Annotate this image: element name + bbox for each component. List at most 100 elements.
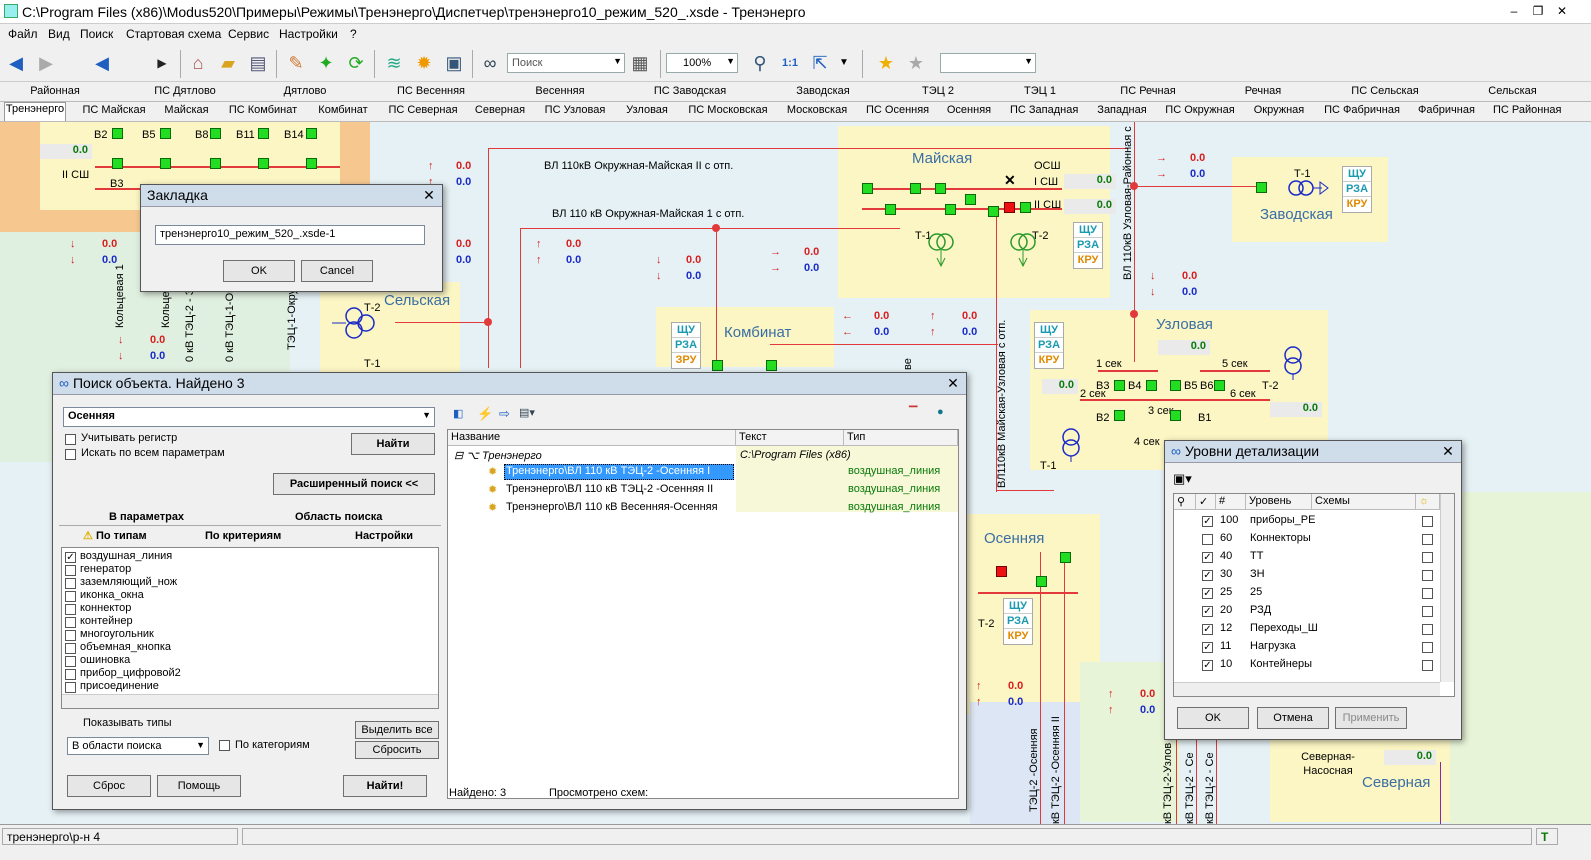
control-block-uzlovaya[interactable]: ЩУ РЗА КРУ bbox=[1034, 322, 1064, 369]
menu-help[interactable]: ? bbox=[350, 27, 357, 41]
show-types-select[interactable]: В области поиска ▼ bbox=[67, 737, 209, 755]
type-checkbox[interactable] bbox=[65, 591, 76, 602]
print-icon[interactable]: ▤ bbox=[246, 51, 270, 75]
prev-icon[interactable]: ◀ bbox=[90, 51, 114, 75]
refresh-icon[interactable]: ⟳ bbox=[344, 51, 368, 75]
level-scheme-checkbox[interactable] bbox=[1422, 570, 1433, 581]
edit-icon[interactable]: ✎ bbox=[284, 51, 308, 75]
type-checkbox[interactable] bbox=[65, 656, 76, 667]
bookmark-combo[interactable]: ▼ bbox=[940, 53, 1036, 73]
level-checkbox[interactable]: ✓ bbox=[1202, 570, 1213, 581]
breaker-uzl-mid[interactable] bbox=[1146, 380, 1157, 391]
breaker-b2[interactable] bbox=[112, 128, 123, 139]
transformer-icon[interactable] bbox=[928, 232, 954, 268]
breaker-lower-4[interactable] bbox=[258, 158, 269, 169]
tab-in-params[interactable]: В параметрах bbox=[109, 511, 184, 523]
transformer-icon[interactable] bbox=[1058, 428, 1084, 464]
tab-ps-severnaya[interactable]: ПС Северная bbox=[388, 104, 458, 116]
by-category-checkbox[interactable] bbox=[219, 740, 230, 751]
level-checkbox[interactable]: ✓ bbox=[1202, 516, 1213, 527]
tab-tec2[interactable]: ТЭЦ 2 bbox=[918, 85, 958, 97]
tab-fabrichnaya[interactable]: Фабричная bbox=[1418, 104, 1475, 116]
breaker-lower-3[interactable] bbox=[210, 158, 221, 169]
tab-ps-uzlovaya[interactable]: ПС Узловая bbox=[544, 104, 606, 116]
tab-ps-osennyaya[interactable]: ПС Осенняя bbox=[866, 104, 929, 116]
transformer-icon[interactable] bbox=[1280, 346, 1306, 382]
binoculars-icon[interactable]: ∞ bbox=[478, 51, 502, 75]
tab-ps-selskaya[interactable]: ПС Сельская bbox=[1350, 85, 1420, 97]
search-combo[interactable]: Поиск ▼ bbox=[507, 53, 625, 73]
control-block-mayskaya[interactable]: ЩУ РЗА КРУ bbox=[1073, 222, 1103, 269]
level-scheme-checkbox[interactable] bbox=[1422, 660, 1433, 671]
close-button[interactable]: ✕ bbox=[1551, 2, 1573, 20]
breaker-may-4[interactable] bbox=[935, 183, 946, 194]
type-checkbox[interactable] bbox=[65, 630, 76, 641]
station-zavodskaya[interactable]: Заводская bbox=[1260, 206, 1333, 223]
breaker-may-3[interactable] bbox=[910, 183, 921, 194]
station-osennyaya[interactable]: Осенняя bbox=[984, 530, 1044, 547]
monitor-icon[interactable]: ▣ bbox=[442, 51, 466, 75]
station-uzlovaya[interactable]: Узловая bbox=[1156, 316, 1213, 333]
breaker-lower-1[interactable] bbox=[112, 158, 123, 169]
breaker-komb-2[interactable] bbox=[766, 360, 777, 371]
type-checkbox[interactable] bbox=[65, 578, 76, 589]
results-tree[interactable]: Название Текст Тип ⊟ ⌥ Тренэнерго C:\Pro… bbox=[447, 429, 959, 799]
close-icon[interactable]: ✕ bbox=[1439, 443, 1457, 460]
ok-button[interactable]: OK bbox=[1177, 707, 1249, 729]
horizontal-scrollbar[interactable] bbox=[1174, 682, 1440, 696]
tab-ps-kombinat[interactable]: ПС Комбинат bbox=[228, 104, 298, 116]
menu-start-scheme[interactable]: Стартовая схема bbox=[126, 27, 221, 41]
tab-rayonnaya[interactable]: Районная bbox=[30, 85, 80, 97]
type-checkbox[interactable]: ✓ bbox=[65, 552, 76, 563]
minimize-button[interactable]: – bbox=[1503, 2, 1525, 20]
find-button[interactable]: Найти bbox=[351, 433, 435, 455]
reset-selection-button[interactable]: Сбросить bbox=[355, 741, 439, 759]
tab-uzlovaya[interactable]: Узловая bbox=[624, 104, 670, 116]
export-icon[interactable]: ▤▾ bbox=[519, 406, 535, 419]
collapse-icon[interactable]: ◧ bbox=[453, 407, 463, 420]
col-name[interactable]: Название bbox=[448, 430, 736, 446]
select-all-button[interactable]: Выделить все bbox=[355, 721, 439, 739]
bookmark-name-input[interactable]: тренэнерго10_режим_520_.xsde-1 bbox=[155, 225, 425, 245]
tab-search-area[interactable]: Область поиска bbox=[295, 511, 382, 523]
type-checkbox[interactable] bbox=[65, 617, 76, 628]
tab-ps-zavodskaya[interactable]: ПС Заводская bbox=[650, 85, 730, 97]
result-item-selected[interactable]: Тренэнерго\ВЛ 110 кВ ТЭЦ-2 -Осенняя I bbox=[506, 465, 710, 477]
level-scheme-checkbox[interactable] bbox=[1422, 552, 1433, 563]
levels-list[interactable]: ⚲ ✓ # Уровень Схемы ☼ ✓ 100 приборы_РЕ 6… bbox=[1173, 493, 1455, 697]
help-button[interactable]: Помощь bbox=[157, 775, 241, 797]
breaker-b14[interactable] bbox=[306, 128, 317, 139]
tab-ps-dyatlovo[interactable]: ПС Дятлово bbox=[150, 85, 220, 97]
breaker-osen-1[interactable] bbox=[1060, 552, 1071, 563]
breaker-may-1[interactable] bbox=[862, 183, 873, 194]
level-scheme-checkbox[interactable] bbox=[1422, 534, 1433, 545]
goto-icon[interactable]: ⇨ bbox=[499, 406, 510, 422]
layers-icon[interactable]: ≋ bbox=[382, 51, 406, 75]
status-text-icon[interactable]: T bbox=[1536, 828, 1558, 845]
search-settings-icon[interactable]: ▦ bbox=[628, 51, 652, 75]
station-kombinat[interactable]: Комбинат bbox=[724, 324, 791, 341]
fit-icon[interactable]: ⇱ bbox=[808, 51, 832, 75]
close-icon[interactable]: ✕ bbox=[944, 375, 962, 392]
transformer-icon[interactable] bbox=[1010, 232, 1036, 268]
save-icon[interactable]: ▣▾ bbox=[1173, 471, 1192, 487]
breaker-b11[interactable] bbox=[258, 128, 269, 139]
lightning-icon[interactable]: ⚡ bbox=[477, 406, 493, 422]
type-checkbox[interactable] bbox=[65, 669, 76, 680]
type-checkbox[interactable] bbox=[65, 565, 76, 576]
tab-moskovskaya[interactable]: Московская bbox=[786, 104, 848, 116]
tab-selskaya[interactable]: Сельская bbox=[1485, 85, 1540, 97]
tab-ps-okruzhnaya[interactable]: ПС Окружная bbox=[1165, 104, 1235, 116]
breaker-lower-5[interactable] bbox=[306, 158, 317, 169]
level-checkbox[interactable]: ✓ bbox=[1202, 624, 1213, 635]
cancel-button[interactable]: Отмена bbox=[1257, 707, 1329, 729]
menu-file[interactable]: Файл bbox=[8, 27, 38, 41]
col-level[interactable]: Уровень bbox=[1246, 494, 1312, 510]
tab-ps-rayonnaya[interactable]: ПС Районная bbox=[1493, 104, 1561, 116]
breaker-may-8[interactable] bbox=[1020, 202, 1031, 213]
menu-search[interactable]: Поиск bbox=[80, 27, 113, 41]
tab-by-criteria[interactable]: По критериям bbox=[205, 530, 281, 542]
level-checkbox[interactable]: ✓ bbox=[1202, 588, 1213, 599]
level-checkbox[interactable]: ✓ bbox=[1202, 552, 1213, 563]
breaker-b8[interactable] bbox=[210, 128, 221, 139]
